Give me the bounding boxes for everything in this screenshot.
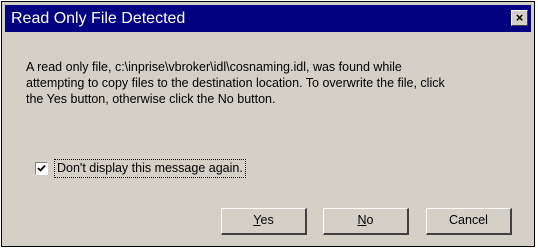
title-bar[interactable]: Read Only File Detected ×	[5, 5, 531, 32]
dont-show-again-checkbox[interactable]	[35, 162, 48, 175]
no-button[interactable]: No	[323, 208, 409, 235]
close-icon: ×	[515, 10, 524, 25]
cancel-label: Cancel	[449, 213, 488, 227]
checkmark-icon	[37, 164, 46, 172]
yes-button[interactable]: Yes	[221, 208, 307, 235]
yes-mnemonic: Y	[253, 213, 261, 227]
message-line: attempting to copy files to the destinat…	[26, 76, 445, 90]
message-text: A read only file, c:\inprise\vbroker\idl…	[26, 59, 526, 107]
cancel-button[interactable]: Cancel	[426, 208, 512, 235]
close-button[interactable]: ×	[511, 10, 528, 26]
dialog-title: Read Only File Detected	[11, 10, 186, 27]
message-line: the Yes button, otherwise click the No b…	[26, 92, 276, 106]
read-only-file-dialog: Read Only File Detected × A read only fi…	[1, 1, 535, 247]
no-label-rest: o	[366, 213, 374, 227]
yes-label-rest: es	[260, 213, 274, 227]
message-line: A read only file, c:\inprise\vbroker\idl…	[26, 60, 402, 74]
dont-show-again-label[interactable]: Don't display this message again.	[54, 159, 246, 178]
no-mnemonic: N	[357, 213, 367, 227]
